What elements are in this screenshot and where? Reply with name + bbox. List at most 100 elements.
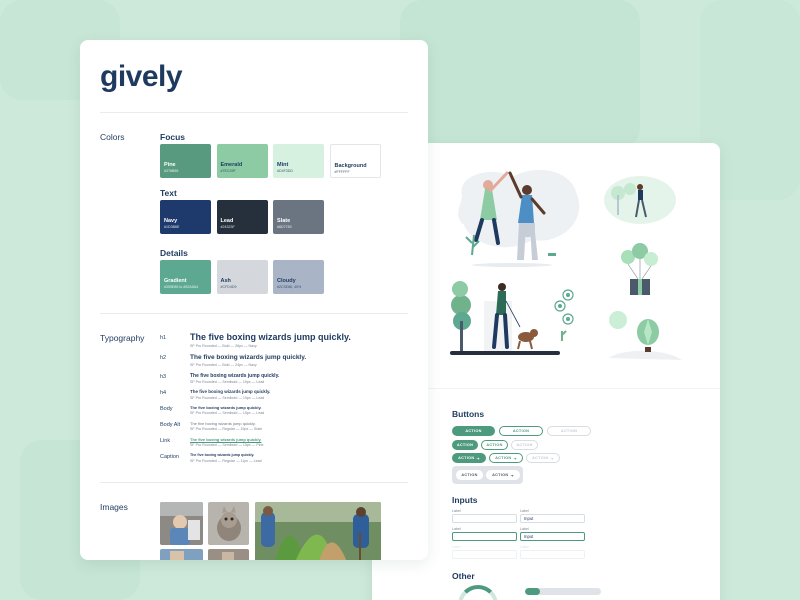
illustration-dog-walk xyxy=(450,281,580,366)
button-label: ACTION xyxy=(512,429,530,433)
typo-tag-h2: h2 xyxy=(160,355,167,361)
action-button-outline[interactable]: ACTION xyxy=(499,426,543,436)
illustration-hot-air-balloon xyxy=(604,308,684,373)
button-label: ACTION xyxy=(458,456,475,460)
color-group-title: Details xyxy=(160,248,188,258)
section-label-other: Other xyxy=(452,571,475,581)
typo-meta: SF Pro Rounded — Regular — 15px — Slate xyxy=(190,427,263,431)
illustration-high-five xyxy=(452,165,592,280)
button-label: ACTION xyxy=(486,443,503,447)
swatch-hex: #1D3B6E xyxy=(164,225,180,229)
input-label-disabled: Label xyxy=(452,545,461,549)
color-swatch-gradient: Gradient #359E85 to #52A5A4 xyxy=(160,260,211,294)
action-button-primary-small[interactable]: ACTION xyxy=(452,440,478,450)
color-swatch-emerald: Emerald #7EC29F xyxy=(216,144,268,178)
arrow-right-icon: ➔ xyxy=(510,473,514,478)
typo-sample-h2: The five boxing wizards jump quickly. xyxy=(190,354,307,361)
action-button-on-grey[interactable]: ACTION xyxy=(456,470,483,480)
swatch-name: Cloudy xyxy=(277,278,296,284)
button-label: ACTION xyxy=(492,473,509,477)
swatch-name: Gradient xyxy=(164,278,187,284)
typo-meta: SF Pro Rounded — Semibold — 15px — Pine xyxy=(190,443,264,447)
typo-meta: SF Pro Rounded — Semibold — 19px — Lead xyxy=(190,396,265,400)
swatch-hex: #376B55 xyxy=(164,169,179,173)
typo-tag-caption: Caption xyxy=(160,454,179,460)
color-swatch-background: Background #FFFFFF xyxy=(329,144,381,178)
button-label: ACTION xyxy=(456,443,474,447)
action-arrow-button-disabled: ACTION ➔ xyxy=(526,453,560,463)
section-label-colors: Colors xyxy=(100,132,125,142)
typo-sample-caption: The five boxing wizards jump quickly. xyxy=(190,453,255,457)
typo-meta: SF Pro Rounded — Bold — 24px — Navy xyxy=(190,363,257,367)
text-input-disabled xyxy=(520,550,585,559)
typo-tag-body-alt: Body Alt xyxy=(160,422,181,428)
input-label: Label xyxy=(452,509,461,513)
text-input-focused-filled[interactable]: Input xyxy=(520,532,585,541)
button-label: ACTION xyxy=(516,443,533,447)
typo-meta: SF Pro Rounded — Bold — 26px — Navy xyxy=(190,344,257,348)
brand-logo: gively xyxy=(100,60,183,93)
typo-sample-link[interactable]: The five boxing wizards jump quickly. xyxy=(190,437,262,442)
action-button-primary[interactable]: ACTION xyxy=(452,426,495,436)
color-swatch-mint: Mint #D4F3DD xyxy=(273,144,324,178)
swatch-name: Pine xyxy=(164,162,176,168)
color-group-title: Focus xyxy=(160,132,186,142)
button-label: ACTION xyxy=(560,429,578,433)
swatch-hex: #24323F xyxy=(220,225,235,229)
button-label: ACTION xyxy=(495,456,512,460)
swatch-name: Background xyxy=(334,163,367,169)
typo-sample-body: The five boxing wizards jump quickly. xyxy=(190,405,262,410)
typo-meta: SF Pro Rounded — Semibold — 15px — Lead xyxy=(190,411,265,415)
swatch-hex: #CFD4D9 xyxy=(220,285,237,289)
typo-tag-h1: h1 xyxy=(160,335,167,341)
input-label: Label xyxy=(520,527,529,531)
section-label-inputs: Inputs xyxy=(452,495,478,505)
text-input-focused[interactable] xyxy=(452,532,517,541)
arrow-right-icon: ➔ xyxy=(476,456,480,461)
typo-tag-body: Body xyxy=(160,406,173,412)
color-swatch-pine: Pine #376B55 xyxy=(160,144,211,178)
text-input-disabled xyxy=(452,550,517,559)
input-label: Label xyxy=(520,509,529,513)
progress-bar-fill xyxy=(525,588,541,595)
typo-tag-h3: h3 xyxy=(160,374,167,380)
swatch-name: Mint xyxy=(277,162,289,168)
action-arrow-button-on-grey[interactable]: ACTION ➔ xyxy=(486,470,520,480)
progress-ring xyxy=(458,585,498,600)
section-label-buttons: Buttons xyxy=(452,409,485,419)
typo-tag-link: Link xyxy=(160,438,171,444)
action-button-disabled-small: ACTION xyxy=(511,440,538,450)
arrow-right-icon: ➔ xyxy=(550,456,554,461)
swatch-name: Ash xyxy=(220,278,231,284)
photo-thumbnail xyxy=(160,549,203,560)
divider xyxy=(100,112,408,113)
swatch-name: Emerald xyxy=(220,162,243,168)
swatch-name: Navy xyxy=(164,218,178,224)
photo-thumbnail xyxy=(208,549,249,560)
progress-bar xyxy=(525,588,601,595)
swatch-hex: #7EC29F xyxy=(220,169,236,173)
typo-tag-h4: h4 xyxy=(160,390,167,396)
divider xyxy=(100,482,408,483)
photo-thumbnail xyxy=(255,502,381,560)
color-swatch-lead: Lead #24323F xyxy=(216,200,268,234)
action-arrow-button-primary[interactable]: ACTION ➔ xyxy=(452,453,486,463)
typo-sample-h3: The five boxing wizards jump quickly. xyxy=(190,373,280,379)
typo-meta: SF Pro Rounded — Semibold — 19px — Lead xyxy=(190,380,265,384)
color-swatch-slate: Slate #6D7783 xyxy=(273,200,324,234)
illustration-balloon-gift xyxy=(620,241,660,304)
typo-sample-h1: The five boxing wizards jump quickly. xyxy=(190,332,351,342)
swatch-hex: #6D7783 xyxy=(277,225,292,229)
color-swatch-navy: Navy #1D3B6E xyxy=(160,200,211,234)
input-label: Label xyxy=(452,527,461,531)
button-label: ACTION xyxy=(532,456,549,460)
section-label-typography: Typography xyxy=(100,333,145,343)
swatch-hex: #FFFFFF xyxy=(334,170,350,174)
action-arrow-button-outline[interactable]: ACTION ➔ xyxy=(489,453,523,463)
button-label: ACTION xyxy=(461,473,478,477)
style-guide-card: gively Colors Focus Pine #376B55 Emerald #7… xyxy=(80,40,428,560)
text-input-empty[interactable] xyxy=(452,514,517,523)
action-button-outline-small[interactable]: ACTION xyxy=(481,440,508,450)
text-input-filled[interactable]: Input xyxy=(520,514,585,523)
swatch-name: Slate xyxy=(277,218,291,224)
